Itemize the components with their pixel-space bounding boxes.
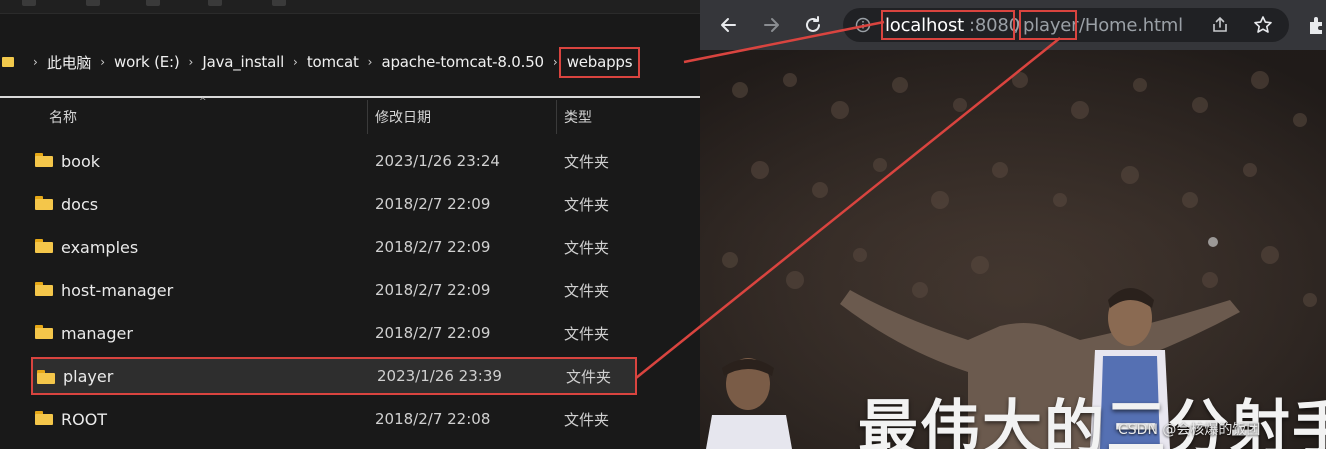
file-type: 文件夹 bbox=[564, 238, 610, 257]
file-modified-date: 2018/2/7 22:09 bbox=[375, 324, 491, 342]
column-separator[interactable] bbox=[367, 100, 368, 134]
file-name: docs bbox=[61, 194, 99, 214]
chevron-right-icon: › bbox=[293, 55, 298, 69]
forward-button[interactable] bbox=[756, 10, 786, 40]
extensions-icon[interactable] bbox=[1306, 14, 1326, 36]
chevron-right-icon: › bbox=[552, 55, 558, 69]
annotation-box-path bbox=[1019, 10, 1077, 40]
browser-toolbar: localhost :8080 / player /Home.html bbox=[700, 0, 1326, 50]
address-bar[interactable]: localhost :8080 / player /Home.html bbox=[843, 8, 1289, 42]
breadcrumb-item-webapps[interactable]: webapps bbox=[558, 46, 641, 78]
file-row[interactable]: player 2023/1/26 23:39 文件夹 bbox=[31, 357, 637, 395]
forward-icon bbox=[764, 18, 779, 32]
annotation-box-host bbox=[881, 10, 1015, 40]
folder-icon bbox=[35, 153, 53, 167]
file-modified-date: 2018/2/7 22:09 bbox=[375, 281, 491, 299]
ribbon-icon[interactable] bbox=[272, 0, 286, 6]
column-header-type[interactable]: 类型 bbox=[564, 100, 684, 134]
bookmark-star-icon[interactable] bbox=[1253, 15, 1273, 35]
file-modified-date: 2023/1/26 23:24 bbox=[375, 152, 500, 170]
breadcrumb-item[interactable]: work (E:) bbox=[114, 53, 180, 71]
file-row[interactable]: book 2023/1/26 23:24 文件夹 bbox=[31, 142, 637, 180]
file-name: host-manager bbox=[61, 280, 174, 300]
file-modified-date: 2023/1/26 23:39 bbox=[377, 367, 502, 385]
column-header-date[interactable]: 修改日期 bbox=[375, 100, 555, 134]
folder-icon bbox=[35, 282, 53, 296]
file-modified-date: 2018/2/7 22:09 bbox=[375, 238, 491, 256]
header-divider bbox=[0, 96, 700, 98]
file-type: 文件夹 bbox=[566, 367, 612, 386]
file-row[interactable]: examples 2018/2/7 22:09 文件夹 bbox=[31, 228, 637, 266]
csdn-watermark: CSDN @会核爆的饭团 bbox=[1118, 422, 1261, 438]
ribbon-icon[interactable] bbox=[22, 0, 36, 6]
column-header-name-label: 名称 bbox=[49, 110, 77, 126]
explorer-ribbon-strip bbox=[0, 0, 700, 14]
column-separator[interactable] bbox=[556, 100, 557, 134]
reload-icon bbox=[806, 16, 820, 32]
file-name: manager bbox=[61, 323, 133, 343]
file-type: 文件夹 bbox=[564, 410, 610, 429]
share-icon[interactable] bbox=[1211, 16, 1229, 34]
chevron-right-icon: › bbox=[367, 55, 373, 69]
folder-icon bbox=[35, 325, 53, 339]
chevron-right-icon: › bbox=[33, 55, 38, 69]
file-type: 文件夹 bbox=[564, 281, 610, 300]
column-header-type-label: 类型 bbox=[564, 110, 592, 126]
file-row[interactable]: host-manager 2018/2/7 22:09 文件夹 bbox=[31, 271, 637, 309]
reload-button[interactable] bbox=[798, 10, 828, 40]
column-header-name[interactable]: 名称 bbox=[49, 100, 367, 134]
folder-icon bbox=[2, 57, 14, 67]
folder-icon bbox=[37, 370, 55, 384]
chevron-right-icon: › bbox=[100, 55, 106, 69]
file-row[interactable]: docs 2018/2/7 22:09 文件夹 bbox=[31, 185, 637, 223]
breadcrumb-item[interactable]: Java_install bbox=[202, 53, 284, 71]
file-row[interactable]: manager 2018/2/7 22:09 文件夹 bbox=[31, 314, 637, 352]
column-header-date-label: 修改日期 bbox=[375, 110, 431, 126]
back-icon bbox=[721, 18, 736, 32]
file-type: 文件夹 bbox=[564, 152, 610, 171]
file-explorer-window: › 此电脑 › work (E:) › Java_install › tomca… bbox=[0, 0, 700, 449]
file-modified-date: 2018/2/7 22:08 bbox=[375, 410, 491, 428]
folder-icon bbox=[35, 196, 53, 210]
ribbon-icon[interactable] bbox=[146, 0, 160, 6]
file-name: player bbox=[63, 366, 114, 386]
browser-window: localhost :8080 / player /Home.html 最伟大的… bbox=[700, 0, 1326, 449]
back-button[interactable] bbox=[714, 10, 744, 40]
file-name: book bbox=[61, 151, 100, 171]
chevron-right-icon: › bbox=[188, 55, 194, 69]
file-type: 文件夹 bbox=[564, 324, 610, 343]
breadcrumb-item[interactable]: 此电脑 bbox=[47, 52, 92, 73]
breadcrumb-item[interactable]: tomcat bbox=[307, 53, 359, 71]
folder-icon bbox=[35, 411, 53, 425]
file-modified-date: 2018/2/7 22:09 bbox=[375, 195, 491, 213]
folder-icon bbox=[35, 239, 53, 253]
ribbon-icon[interactable] bbox=[208, 0, 222, 6]
file-name: examples bbox=[61, 237, 139, 257]
file-name: ROOT bbox=[61, 409, 108, 429]
file-type: 文件夹 bbox=[564, 195, 610, 214]
hero-banner: 最伟大的三分射手 bbox=[700, 50, 1326, 449]
url-path-rest: /Home.html bbox=[1079, 15, 1183, 36]
file-row[interactable]: ROOT 2018/2/7 22:08 文件夹 bbox=[31, 400, 637, 438]
breadcrumb-item[interactable]: apache-tomcat-8.0.50 bbox=[381, 53, 544, 71]
site-info-icon[interactable] bbox=[855, 17, 871, 33]
explorer-address-bar[interactable]: › 此电脑 › work (E:) › Java_install › tomca… bbox=[0, 40, 700, 84]
ribbon-icon[interactable] bbox=[86, 0, 100, 6]
